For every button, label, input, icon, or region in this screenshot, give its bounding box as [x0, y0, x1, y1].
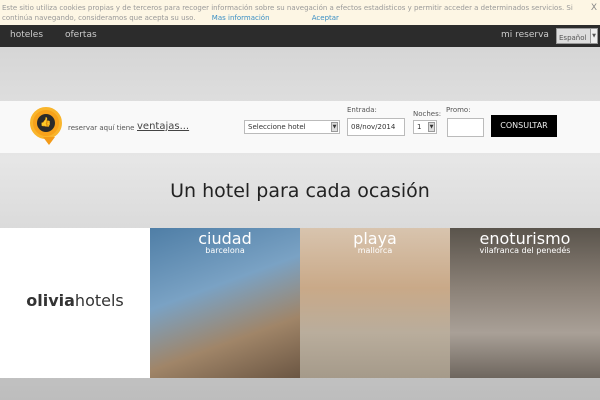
tile-enoturismo[interactable]: enoturismo vilafranca del penedés — [450, 228, 600, 378]
headline: Un hotel para cada ocasión — [170, 180, 430, 202]
cookie-banner: Este sitio utiliza cookies propias y de … — [0, 0, 600, 25]
close-icon[interactable]: X — [591, 3, 597, 13]
top-nav: hoteles ofertas mi reserva Español ▼ — [0, 25, 600, 47]
cookie-text: Este sitio utiliza cookies propias y de … — [2, 4, 573, 22]
chevron-down-icon: ▼ — [331, 122, 338, 132]
booking-bar: 👍 reservar aquí tiene ventajas... Selecc… — [0, 101, 600, 153]
tile-playa[interactable]: playa mallorca — [300, 228, 450, 378]
tile-subtitle: mallorca — [357, 246, 393, 255]
entry-date-input[interactable]: 08/nov/2014 — [347, 118, 405, 136]
hotel-select-value: Seleccione hotel — [248, 123, 306, 131]
consultar-button[interactable]: CONSULTAR — [491, 115, 557, 137]
entry-label: Entrada: — [347, 106, 377, 114]
thumbs-up-pin-icon: 👍 — [30, 107, 62, 145]
language-select[interactable]: Español ▼ — [556, 28, 598, 44]
nav-offers[interactable]: ofertas — [65, 30, 97, 40]
hotel-select[interactable]: Seleccione hotel ▼ — [244, 120, 340, 134]
promo-input[interactable] — [447, 118, 484, 137]
chevron-down-icon: ▼ — [590, 29, 597, 43]
nav-my-booking[interactable]: mi reserva — [501, 30, 549, 40]
nights-value: 1 — [417, 123, 422, 131]
entry-date-value: 08/nov/2014 — [351, 123, 396, 131]
language-value: Español — [559, 34, 587, 42]
advantages-link[interactable]: ventajas... — [137, 121, 189, 132]
promo-text: reservar aquí tiene — [68, 124, 135, 132]
nights-select[interactable]: 1 ▼ — [413, 120, 437, 134]
logo[interactable]: oliviahotels — [0, 228, 150, 378]
logo-light: hotels — [74, 291, 124, 310]
accept-cookies-link[interactable]: Aceptar — [312, 14, 339, 22]
promo-label: Promo: — [446, 106, 471, 114]
tile-subtitle: barcelona — [205, 246, 245, 255]
logo-bold: olivia — [26, 291, 75, 310]
nav-hotels[interactable]: hoteles — [10, 30, 43, 40]
chevron-down-icon: ▼ — [428, 122, 435, 132]
tile-subtitle: vilafranca del penedés — [479, 246, 571, 255]
tile-ciudad[interactable]: ciudad barcelona — [150, 228, 300, 378]
more-info-link[interactable]: Mas información — [212, 14, 270, 22]
nights-label: Noches: — [413, 110, 442, 118]
